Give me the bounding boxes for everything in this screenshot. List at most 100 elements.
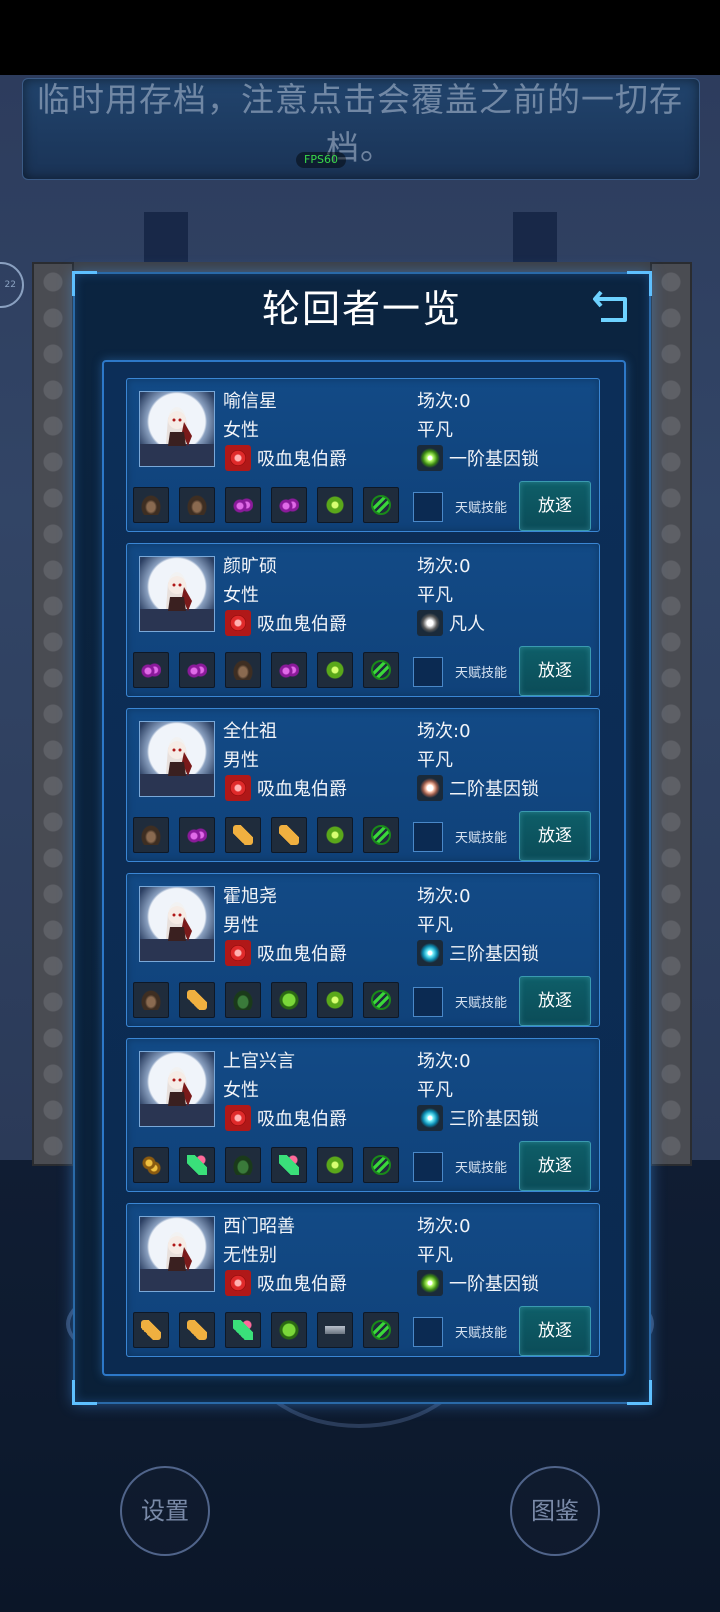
exile-button[interactable]: 放逐 (519, 1141, 591, 1191)
character-card[interactable]: 上官兴言 女性 吸血鬼伯爵 场次:0 平凡 三阶基因锁 天赋技能 放逐 (126, 1038, 600, 1192)
exile-button[interactable]: 放逐 (519, 811, 591, 861)
green-potion-icon[interactable] (179, 1147, 215, 1183)
dark-ore-icon[interactable] (225, 652, 261, 688)
character-card[interactable]: 喻信星 女性 吸血鬼伯爵 场次:0 平凡 一阶基因锁 天赋技能 放逐 (126, 378, 600, 532)
dark-ore-icon[interactable] (133, 982, 169, 1018)
green-scope-icon[interactable] (317, 982, 353, 1018)
yellow-potion-icon[interactable] (133, 1312, 169, 1348)
dna-helix-icon[interactable] (363, 652, 399, 688)
character-name: 西门昭善 (223, 1216, 295, 1237)
castle-tower-left (144, 212, 188, 267)
vampire-portrait-icon (140, 407, 214, 466)
dna-helix-icon[interactable] (363, 487, 399, 523)
yellow-potion-icon[interactable] (271, 817, 307, 853)
talent-skill-label: 天赋技能 (455, 1326, 508, 1341)
green-scope-icon[interactable] (317, 652, 353, 688)
talent-skill-checkbox[interactable] (413, 822, 443, 852)
dark-green-ore-icon[interactable] (225, 1147, 261, 1183)
dna-helix-icon[interactable] (363, 1147, 399, 1183)
settings-button[interactable]: 设置 (120, 1466, 210, 1556)
dark-ore-icon[interactable] (133, 487, 169, 523)
talent-skill-checkbox[interactable] (413, 987, 443, 1017)
character-portrait (139, 1051, 215, 1127)
talent-skill-checkbox[interactable] (413, 1152, 443, 1182)
talent-skill-checkbox[interactable] (413, 1317, 443, 1347)
talent-skill-label: 天赋技能 (455, 666, 508, 681)
character-name: 上官兴言 (223, 1051, 295, 1072)
purple-crystal-icon[interactable] (179, 652, 215, 688)
character-card[interactable]: 颜旷硕 女性 吸血鬼伯爵 场次:0 平凡 凡人 天赋技能 放逐 (126, 543, 600, 697)
scene-count: 场次:0 (417, 556, 471, 577)
green-ore-icon[interactable] (271, 982, 307, 1018)
purple-crystal-icon[interactable] (179, 817, 215, 853)
yellow-potion-icon[interactable] (179, 982, 215, 1018)
purple-crystal-icon[interactable] (271, 652, 307, 688)
top-black-bar (0, 0, 720, 75)
dialog-title: 轮回者一览 (261, 287, 462, 331)
corner-accent (627, 1380, 652, 1405)
talent-skill-label: 天赋技能 (455, 996, 508, 1011)
vampire-eye-icon (225, 1270, 251, 1296)
talent-skill-label: 天赋技能 (455, 831, 508, 846)
character-card[interactable]: 霍旭尧 男性 吸血鬼伯爵 场次:0 平凡 三阶基因锁 天赋技能 放逐 (126, 873, 600, 1027)
green-scope-icon[interactable] (317, 1147, 353, 1183)
character-portrait (139, 391, 215, 467)
gene-lock-icon (417, 775, 443, 801)
gene-lock-level: 三阶基因锁 (449, 944, 539, 965)
back-button[interactable] (591, 286, 635, 326)
exile-button[interactable]: 放逐 (519, 481, 591, 531)
exile-button[interactable]: 放逐 (519, 976, 591, 1026)
character-gender: 男性 (223, 750, 259, 771)
gene-lock-icon (417, 1105, 443, 1131)
character-list[interactable]: 喻信星 女性 吸血鬼伯爵 场次:0 平凡 一阶基因锁 天赋技能 放逐 颜旷硕 女性 吸血鬼伯爵 场次:… (102, 360, 626, 1376)
fps-counter: FPS60 (296, 152, 346, 168)
vampire-portrait-icon (140, 737, 214, 796)
scene-count: 场次:0 (417, 886, 471, 907)
scene-count: 场次:0 (417, 391, 471, 412)
dna-helix-icon[interactable] (363, 817, 399, 853)
reincarnator-list-dialog: 轮回者一览 喻信星 女性 吸血鬼伯爵 场次:0 平凡 一阶基因锁 天赋技能 放逐 颜旷硕 女性 吸血… (72, 271, 652, 1405)
gene-lock-icon (417, 610, 443, 636)
castle-wall-top (32, 262, 688, 272)
character-race: 吸血鬼伯爵 (257, 779, 347, 800)
dark-ore-icon[interactable] (179, 487, 215, 523)
side-badge: 22 (4, 280, 16, 290)
character-portrait (139, 556, 215, 632)
character-race: 吸血鬼伯爵 (257, 1109, 347, 1130)
dna-helix-icon[interactable] (363, 1312, 399, 1348)
green-ore-icon[interactable] (271, 1312, 307, 1348)
gun-icon[interactable] (317, 1312, 353, 1348)
yellow-potion-icon[interactable] (179, 1312, 215, 1348)
character-gender: 男性 (223, 915, 259, 936)
vampire-portrait-icon (140, 572, 214, 631)
gold-ore-icon[interactable] (133, 1147, 169, 1183)
green-potion-icon[interactable] (271, 1147, 307, 1183)
character-portrait (139, 1216, 215, 1292)
purple-crystal-icon[interactable] (133, 652, 169, 688)
scene-count: 场次:0 (417, 1051, 471, 1072)
green-scope-icon[interactable] (317, 487, 353, 523)
vampire-eye-icon (225, 1105, 251, 1131)
character-card[interactable]: 全仕祖 男性 吸血鬼伯爵 场次:0 平凡 二阶基因锁 天赋技能 放逐 (126, 708, 600, 862)
character-rank: 平凡 (417, 1080, 453, 1101)
character-rank: 平凡 (417, 750, 453, 771)
character-gender: 女性 (223, 1080, 259, 1101)
dark-green-ore-icon[interactable] (225, 982, 261, 1018)
talent-skill-checkbox[interactable] (413, 657, 443, 687)
exile-button[interactable]: 放逐 (519, 1306, 591, 1356)
purple-crystal-icon[interactable] (271, 487, 307, 523)
codex-button[interactable]: 图鉴 (510, 1466, 600, 1556)
purple-crystal-icon[interactable] (225, 487, 261, 523)
green-potion-icon[interactable] (225, 1312, 261, 1348)
green-scope-icon[interactable] (317, 817, 353, 853)
character-name: 喻信星 (223, 391, 277, 412)
exile-button[interactable]: 放逐 (519, 646, 591, 696)
vampire-portrait-icon (140, 902, 214, 961)
character-race: 吸血鬼伯爵 (257, 449, 347, 470)
talent-skill-checkbox[interactable] (413, 492, 443, 522)
dna-helix-icon[interactable] (363, 982, 399, 1018)
yellow-potion-icon[interactable] (225, 817, 261, 853)
dark-ore-icon[interactable] (133, 817, 169, 853)
gene-lock-icon (417, 445, 443, 471)
character-card[interactable]: 西门昭善 无性别 吸血鬼伯爵 场次:0 平凡 一阶基因锁 天赋技能 放逐 (126, 1203, 600, 1357)
